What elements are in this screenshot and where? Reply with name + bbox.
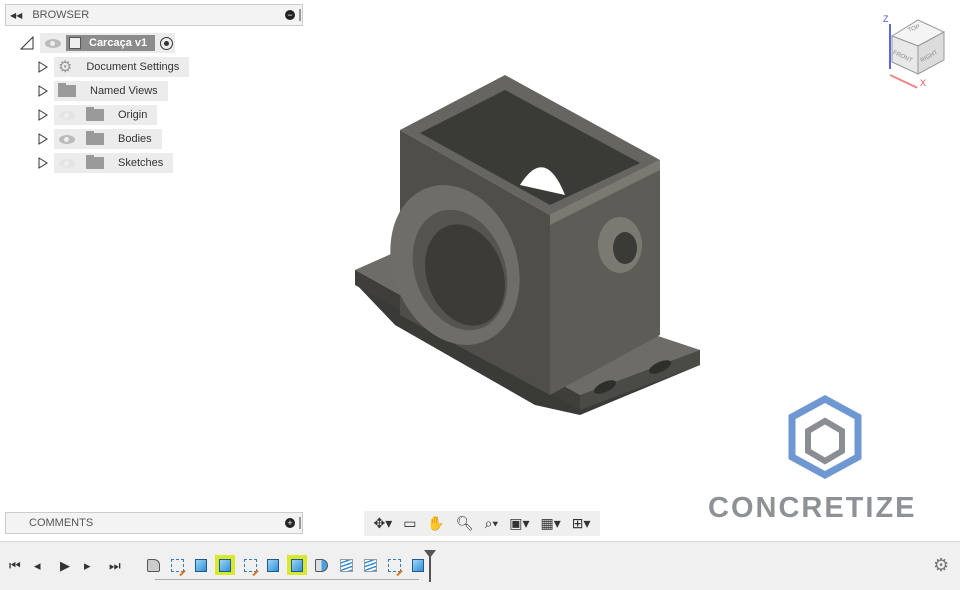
component-icon [69, 37, 81, 49]
expand-triangle-icon[interactable] [20, 36, 34, 50]
tree-item-bodies[interactable]: Bodies [38, 129, 162, 149]
visibility-eye-icon[interactable] [45, 38, 61, 48]
timeline-feature-extrude[interactable] [408, 555, 428, 575]
folder-icon [58, 83, 76, 97]
timeline-settings-gear-icon[interactable]: ⚙ [933, 555, 949, 576]
collapse-panel-icon[interactable]: ◀◀ [10, 11, 22, 20]
timeline-feature-extrude-highlighted[interactable] [215, 555, 235, 575]
item-label: Named Views [90, 85, 158, 97]
timeline-feature-form[interactable] [143, 555, 163, 575]
tree-item-origin[interactable]: Origin [38, 105, 158, 125]
folder-icon [86, 131, 104, 145]
folder-icon [86, 107, 104, 121]
go-to-start-icon[interactable]: ⏮ [9, 558, 21, 574]
hidden-eye-icon[interactable] [59, 158, 75, 168]
folder-icon [86, 155, 104, 169]
timeline-feature-sketch[interactable] [384, 555, 404, 575]
orbit-icon[interactable]: ✥▾ [373, 515, 392, 532]
item-label: Sketches [118, 157, 164, 169]
display-settings-icon[interactable]: ▣▾ [509, 515, 529, 532]
item-label: Bodies [118, 133, 152, 145]
timeline-track [155, 579, 419, 580]
3d-model-viewport[interactable] [340, 65, 720, 445]
watermark-text: CONCRETIZE [708, 492, 917, 524]
timeline-feature-extrude-highlighted[interactable] [287, 555, 307, 575]
viewcube[interactable]: Z X TOP FRONT RIGHT [880, 14, 950, 89]
timeline-feature-thread[interactable] [360, 555, 380, 575]
timeline: ⏮ ◂ ▶ ▸ ⏭ ⚙ [0, 541, 960, 590]
root-component-label[interactable]: Carcaça v1 [89, 37, 147, 49]
play-icon[interactable]: ▶ [60, 558, 70, 574]
comments-panel-header: COMMENTS + [5, 512, 303, 534]
timeline-feature-sketch[interactable] [167, 555, 187, 575]
zoom-icon[interactable]: 🔍︎ [456, 515, 474, 532]
tree-root[interactable]: Carcaça v1 [20, 33, 176, 53]
timeline-feature-thread[interactable] [336, 555, 356, 575]
timeline-feature-extrude[interactable] [191, 555, 211, 575]
expand-arrow-icon[interactable] [38, 133, 48, 145]
panel-grip-handle[interactable] [299, 9, 301, 21]
item-label: Document Settings [86, 61, 180, 73]
axis-x-label: X [920, 78, 927, 88]
activate-radio-icon[interactable] [160, 36, 174, 50]
navigation-toolbar: ✥▾ ▭ ✋ 🔍︎ ⌕▾ ▣▾ ▦▾ ⊞▾ [364, 511, 600, 536]
grid-settings-icon[interactable]: ▦▾ [541, 515, 561, 532]
viewports-icon[interactable]: ⊞▾ [572, 515, 591, 532]
expand-arrow-icon[interactable] [38, 85, 48, 97]
expand-arrow-icon[interactable] [38, 157, 48, 169]
hidden-eye-icon[interactable] [59, 110, 75, 120]
tree-item-named-views[interactable]: Named Views [38, 81, 168, 101]
collapse-browser-button[interactable]: − [285, 10, 295, 20]
step-back-icon[interactable]: ◂ [34, 558, 41, 574]
timeline-marker-head[interactable] [424, 550, 436, 558]
tree-item-document-settings[interactable]: ⚙ Document Settings [38, 57, 190, 77]
browser-panel-header: ◀◀ BROWSER − [5, 4, 303, 26]
tree-item-sketches[interactable]: Sketches [38, 153, 174, 173]
item-label: Origin [118, 109, 148, 121]
add-comment-button[interactable]: + [285, 518, 295, 528]
zoom-window-icon[interactable]: ⌕▾ [485, 515, 499, 532]
step-forward-icon[interactable]: ▸ [84, 558, 91, 574]
timeline-feature-sketch[interactable] [240, 555, 260, 575]
panel-grip-handle[interactable] [299, 517, 301, 529]
visibility-eye-icon[interactable] [59, 134, 75, 144]
go-to-end-icon[interactable]: ⏭ [109, 558, 121, 574]
gear-icon: ⚙ [58, 59, 73, 76]
expand-arrow-icon[interactable] [38, 109, 48, 121]
browser-title: BROWSER [32, 9, 90, 21]
timeline-feature-extrude[interactable] [263, 555, 283, 575]
pan-hand-icon[interactable]: ✋ [427, 515, 444, 532]
concretize-logo-icon [788, 395, 862, 479]
look-at-icon[interactable]: ▭ [403, 515, 416, 532]
expand-arrow-icon[interactable] [38, 61, 48, 73]
timeline-feature-revolve[interactable] [311, 555, 331, 575]
comments-title: COMMENTS [29, 517, 94, 529]
